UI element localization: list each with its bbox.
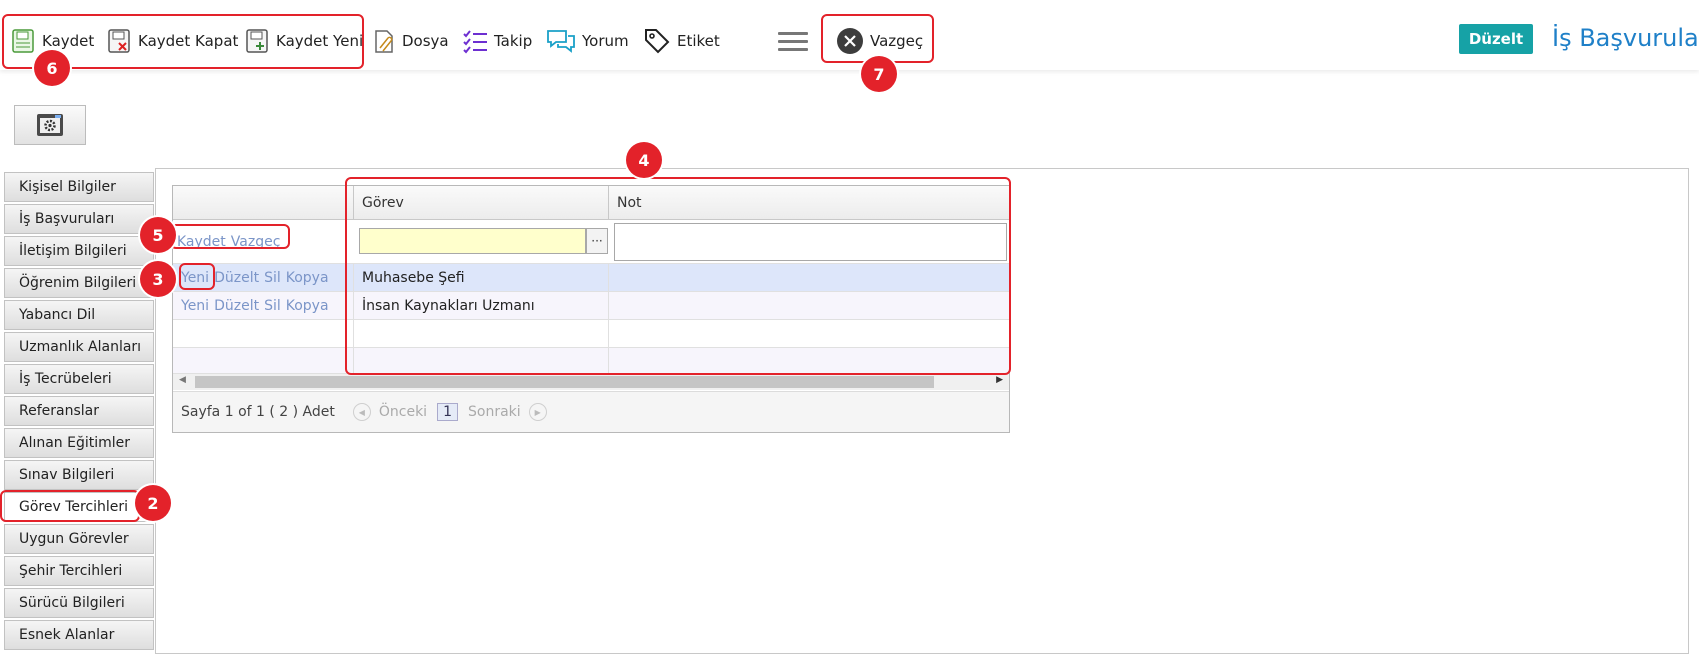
tab-is-basvurulari[interactable]: İş Başvuruları bbox=[4, 204, 154, 234]
tab-alinan-egitimler[interactable]: Alınan Eğitimler bbox=[4, 428, 154, 458]
tab-sinav-bilgileri[interactable]: Sınav Bilgileri bbox=[4, 460, 154, 490]
file-attach-icon bbox=[375, 30, 393, 53]
tab-yabanci-dil[interactable]: Yabancı Dil bbox=[4, 300, 154, 330]
annotation-badge-3: 3 bbox=[140, 261, 176, 297]
row-actions: Yeni Düzelt Sil Kopya bbox=[181, 292, 334, 319]
kopya-link[interactable]: Kopya bbox=[286, 270, 329, 286]
tab-uygun-gorevler[interactable]: Uygun Görevler bbox=[4, 524, 154, 554]
yeni-link[interactable]: Yeni bbox=[181, 298, 209, 314]
yorum-label: Yorum bbox=[582, 32, 629, 50]
page-number[interactable]: 1 bbox=[437, 403, 458, 421]
scroll-right-icon[interactable]: ▶ bbox=[996, 375, 1003, 385]
prev-page-link[interactable]: Önceki bbox=[379, 404, 427, 420]
annotation-badge-7: 7 bbox=[861, 56, 897, 92]
etiket-button[interactable]: Etiket bbox=[643, 26, 720, 56]
tab-iletisim-bilgileri[interactable]: İletişim Bilgileri bbox=[4, 236, 154, 266]
tab-referanslar[interactable]: Referanslar bbox=[4, 396, 154, 426]
horizontal-scrollbar[interactable]: ◀ ▶ bbox=[173, 374, 1009, 390]
takip-button[interactable]: Takip bbox=[462, 26, 532, 56]
annotation-box-4 bbox=[345, 177, 1011, 375]
prev-page-icon[interactable]: ◀ bbox=[352, 403, 371, 421]
sil-link[interactable]: Sil bbox=[264, 270, 281, 286]
comment-icon bbox=[547, 30, 575, 53]
scroll-left-icon[interactable]: ◀ bbox=[179, 375, 186, 385]
tab-uzmanlik-alanlari[interactable]: Uzmanlık Alanları bbox=[4, 332, 154, 362]
annotation-badge-4: 4 bbox=[626, 142, 662, 178]
annotation-box-3 bbox=[179, 263, 215, 290]
tab-surucu-bilgileri[interactable]: Sürücü Bilgileri bbox=[4, 588, 154, 618]
sil-link[interactable]: Sil bbox=[264, 298, 281, 314]
menu-icon[interactable] bbox=[778, 32, 808, 54]
tag-icon bbox=[645, 29, 670, 54]
window-gear-icon bbox=[37, 114, 63, 136]
tab-is-tecrubeleri[interactable]: İş Tecrübeleri bbox=[4, 364, 154, 394]
kopya-link[interactable]: Kopya bbox=[286, 298, 329, 314]
annotation-box-2 bbox=[0, 490, 140, 522]
dosya-label: Dosya bbox=[402, 32, 449, 50]
tab-esnek-alanlar[interactable]: Esnek Alanlar bbox=[4, 620, 154, 650]
annotation-badge-2: 2 bbox=[135, 485, 171, 521]
page-title: İş Başvuruları bbox=[1552, 24, 1699, 52]
checklist-icon bbox=[463, 30, 487, 54]
annotation-box-5 bbox=[170, 224, 290, 249]
etiket-label: Etiket bbox=[677, 32, 720, 50]
duzelt-link[interactable]: Düzelt bbox=[214, 298, 259, 314]
tab-kisisel-bilgiler[interactable]: Kişisel Bilgiler bbox=[4, 172, 154, 202]
dosya-button[interactable]: Dosya bbox=[372, 26, 449, 56]
settings-button[interactable] bbox=[14, 105, 86, 145]
tab-list: Kişisel Bilgiler İş Başvuruları İletişim… bbox=[4, 172, 154, 652]
yorum-button[interactable]: Yorum bbox=[546, 26, 629, 56]
duzelt-button[interactable]: Düzelt bbox=[1459, 24, 1533, 54]
pager-info: Sayfa 1 of 1 ( 2 ) Adet bbox=[181, 404, 335, 420]
tab-ogrenim-bilgileri[interactable]: Öğrenim Bilgileri bbox=[4, 268, 154, 298]
annotation-badge-6: 6 bbox=[34, 50, 70, 86]
duzelt-link[interactable]: Düzelt bbox=[214, 270, 259, 286]
annotation-badge-5: 5 bbox=[140, 217, 176, 253]
tab-sehir-tercihleri[interactable]: Şehir Tercihleri bbox=[4, 556, 154, 586]
next-page-icon[interactable]: ▶ bbox=[528, 403, 547, 421]
scroll-thumb[interactable] bbox=[195, 376, 934, 388]
next-page-link[interactable]: Sonraki bbox=[468, 404, 521, 420]
takip-label: Takip bbox=[494, 32, 533, 50]
pager: Sayfa 1 of 1 ( 2 ) Adet ◀ Önceki 1 Sonra… bbox=[173, 391, 1009, 432]
